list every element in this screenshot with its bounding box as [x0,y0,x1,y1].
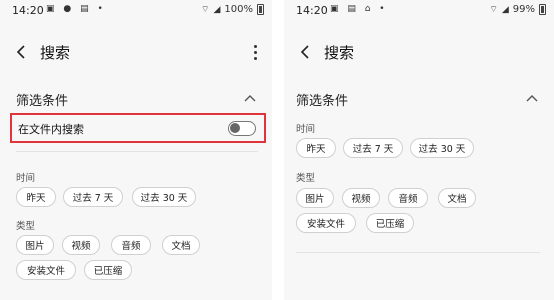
collapse-button[interactable] [522,88,542,108]
chip-install-files[interactable]: 安装文件 [296,213,356,233]
chip-audio[interactable]: 音频 [111,235,151,255]
screen-right: 14:20 ▣ ▤ ⌂ • ⌔ ◢ 99% 搜索 筛选条件 时间 昨天 过去 7… [284,0,554,300]
search-in-files-row[interactable]: 在文件内搜索 [10,113,266,143]
chip-images[interactable]: 图片 [296,188,334,208]
filter-title: 筛选条件 [16,94,69,109]
type-label: 类型 [296,173,316,184]
chip-past-7-days[interactable]: 过去 7 天 [343,138,403,158]
chip-install-files[interactable]: 安装文件 [16,260,76,280]
status-bar: 14:20 ▣ ▤ ⌂ • ⌔ ◢ 99% [284,0,554,22]
page-title: 搜索 [324,44,355,62]
chevron-up-icon [244,95,256,102]
status-time: 14:20 [12,4,44,17]
chip-compressed[interactable]: 已压缩 [366,213,414,233]
collapse-button[interactable] [240,88,260,108]
time-label: 时间 [16,173,36,184]
app-bar: 搜索 [284,30,554,74]
battery-percent: 100% [224,4,253,15]
wifi-icon: ⌔ [489,5,498,15]
chip-yesterday[interactable]: 昨天 [296,138,336,158]
wifi-icon: ⌔ [201,5,210,15]
notification-icons: ▣ ● ▤ • [46,4,106,14]
signal-icon: ◢ [213,4,221,15]
battery-percent: 99% [512,4,535,15]
more-vertical-icon [253,44,257,48]
back-button[interactable] [294,38,318,66]
chevron-up-icon [526,95,538,102]
filter-section-header[interactable]: 筛选条件 [0,86,272,110]
status-right: ⌔ ◢ 100% [201,4,264,15]
switch-knob [230,123,240,133]
chip-documents[interactable]: 文档 [162,235,200,255]
chip-audio[interactable]: 音频 [388,188,428,208]
notification-icons: ▣ ▤ ⌂ • [330,4,388,14]
chip-past-30-days[interactable]: 过去 30 天 [410,138,474,158]
status-bar: 14:20 ▣ ● ▤ • ⌔ ◢ 100% [0,0,272,22]
app-bar: 搜索 [0,30,272,74]
chip-past-7-days[interactable]: 过去 7 天 [63,187,123,207]
chevron-left-icon [16,45,25,59]
chevron-left-icon [300,45,309,59]
chip-yesterday[interactable]: 昨天 [16,187,56,207]
chip-images[interactable]: 图片 [16,235,54,255]
battery-icon [257,4,264,15]
chip-videos[interactable]: 视频 [342,188,380,208]
battery-icon [539,4,546,15]
signal-icon: ◢ [501,4,509,15]
status-time: 14:20 [296,4,328,17]
page-title: 搜索 [40,44,71,62]
filter-title: 筛选条件 [296,94,349,109]
search-in-files-switch[interactable] [228,121,256,136]
more-options-button[interactable] [246,40,264,64]
back-button[interactable] [10,38,34,66]
filter-section-header[interactable]: 筛选条件 [284,86,554,110]
chip-compressed[interactable]: 已压缩 [84,260,132,280]
divider [296,252,540,253]
chip-documents[interactable]: 文档 [438,188,476,208]
search-in-files-label: 在文件内搜索 [18,123,84,136]
chip-videos[interactable]: 视频 [62,235,100,255]
type-label: 类型 [16,221,36,232]
divider [16,151,258,152]
status-right: ⌔ ◢ 99% [489,4,546,15]
chip-past-30-days[interactable]: 过去 30 天 [132,187,196,207]
screen-left: 14:20 ▣ ● ▤ • ⌔ ◢ 100% 搜索 筛选条件 在文件内搜索 时间… [0,0,272,300]
gutter [272,0,284,300]
time-label: 时间 [296,124,316,135]
